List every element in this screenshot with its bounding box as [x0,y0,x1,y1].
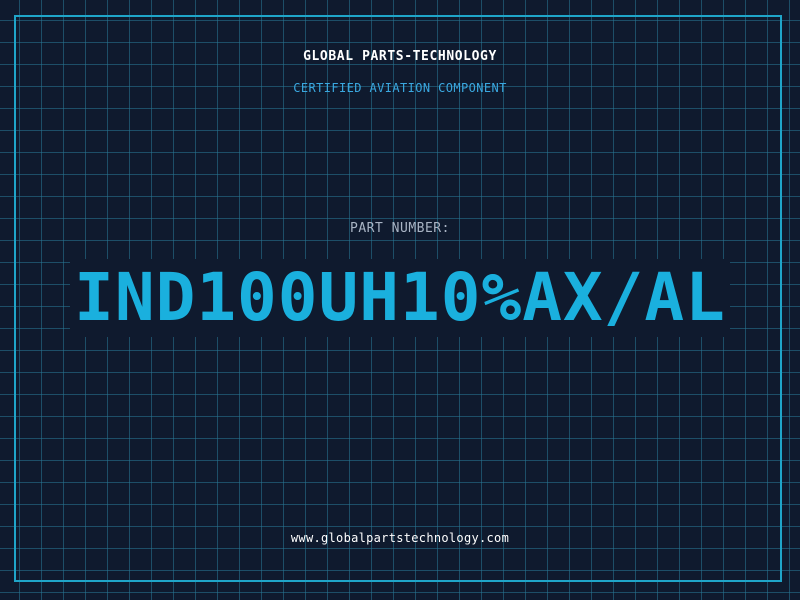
website-url: www.globalpartstechnology.com [290,531,510,545]
brand-title: GLOBAL PARTS-TECHNOLOGY [303,49,497,64]
part-number-container: IND100UH10%AX/AL [0,258,800,338]
part-card: GLOBAL PARTS-TECHNOLOGY CERTIFIED AVIATI… [0,0,800,600]
part-number-value: IND100UH10%AX/AL [70,259,730,337]
tagline: CERTIFIED AVIATION COMPONENT [293,81,507,95]
part-number-label: PART NUMBER: [350,221,450,236]
